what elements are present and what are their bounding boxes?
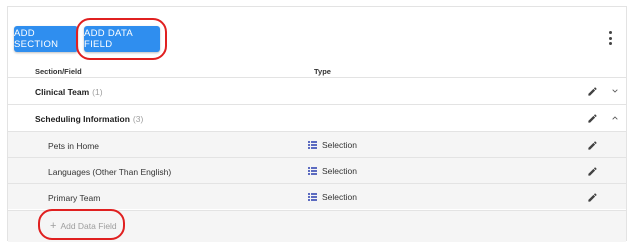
- list-icon: [308, 193, 317, 201]
- field-type-label: Selection: [322, 192, 357, 202]
- field-type-label: Selection: [322, 166, 357, 176]
- section-name: Scheduling Information (3): [35, 114, 144, 124]
- add-data-field-button[interactable]: ADD DATA FIELD: [84, 26, 160, 52]
- section-name: Clinical Team (1): [35, 87, 103, 97]
- table-header: Section/Field Type: [8, 55, 626, 77]
- field-type-label: Selection: [322, 140, 357, 150]
- chevron-up-icon[interactable]: [611, 114, 619, 122]
- edit-pencil-icon[interactable]: [587, 166, 598, 177]
- section-count: (3): [132, 114, 144, 124]
- more-vert-icon[interactable]: [608, 31, 612, 45]
- add-data-field-link-label: Add Data Field: [60, 221, 117, 231]
- section-row-scheduling-information[interactable]: Scheduling Information (3): [8, 104, 626, 131]
- chevron-down-icon[interactable]: [611, 87, 619, 95]
- field-type: Selection: [308, 166, 357, 176]
- add-section-button[interactable]: ADD SECTION: [14, 26, 78, 52]
- field-type: Selection: [308, 192, 357, 202]
- section-count: (1): [92, 87, 103, 97]
- add-data-field-link[interactable]: + Add Data Field: [50, 220, 117, 232]
- field-name: Primary Team: [48, 193, 101, 203]
- field-row-primary-team[interactable]: Primary Team Selection: [8, 183, 626, 209]
- field-row-pets-in-home[interactable]: Pets in Home Selection: [8, 131, 626, 157]
- plus-icon: +: [50, 220, 57, 232]
- field-type: Selection: [308, 140, 357, 150]
- add-data-field-row: + Add Data Field: [8, 210, 626, 242]
- edit-pencil-icon[interactable]: [587, 192, 598, 203]
- edit-pencil-icon[interactable]: [587, 86, 598, 97]
- column-header-type: Type: [314, 67, 331, 76]
- field-name: Languages (Other Than English): [48, 167, 172, 177]
- data-fields-card: ADD SECTION ADD DATA FIELD Section/Field…: [7, 6, 627, 242]
- list-icon: [308, 167, 317, 175]
- column-header-section-field: Section/Field: [35, 67, 82, 76]
- section-row-clinical-team[interactable]: Clinical Team (1): [8, 77, 626, 104]
- field-name: Pets in Home: [48, 141, 100, 151]
- list-icon: [308, 141, 317, 149]
- field-row-languages[interactable]: Languages (Other Than English) Selection: [8, 157, 626, 183]
- edit-pencil-icon[interactable]: [587, 140, 598, 151]
- edit-pencil-icon[interactable]: [587, 113, 598, 124]
